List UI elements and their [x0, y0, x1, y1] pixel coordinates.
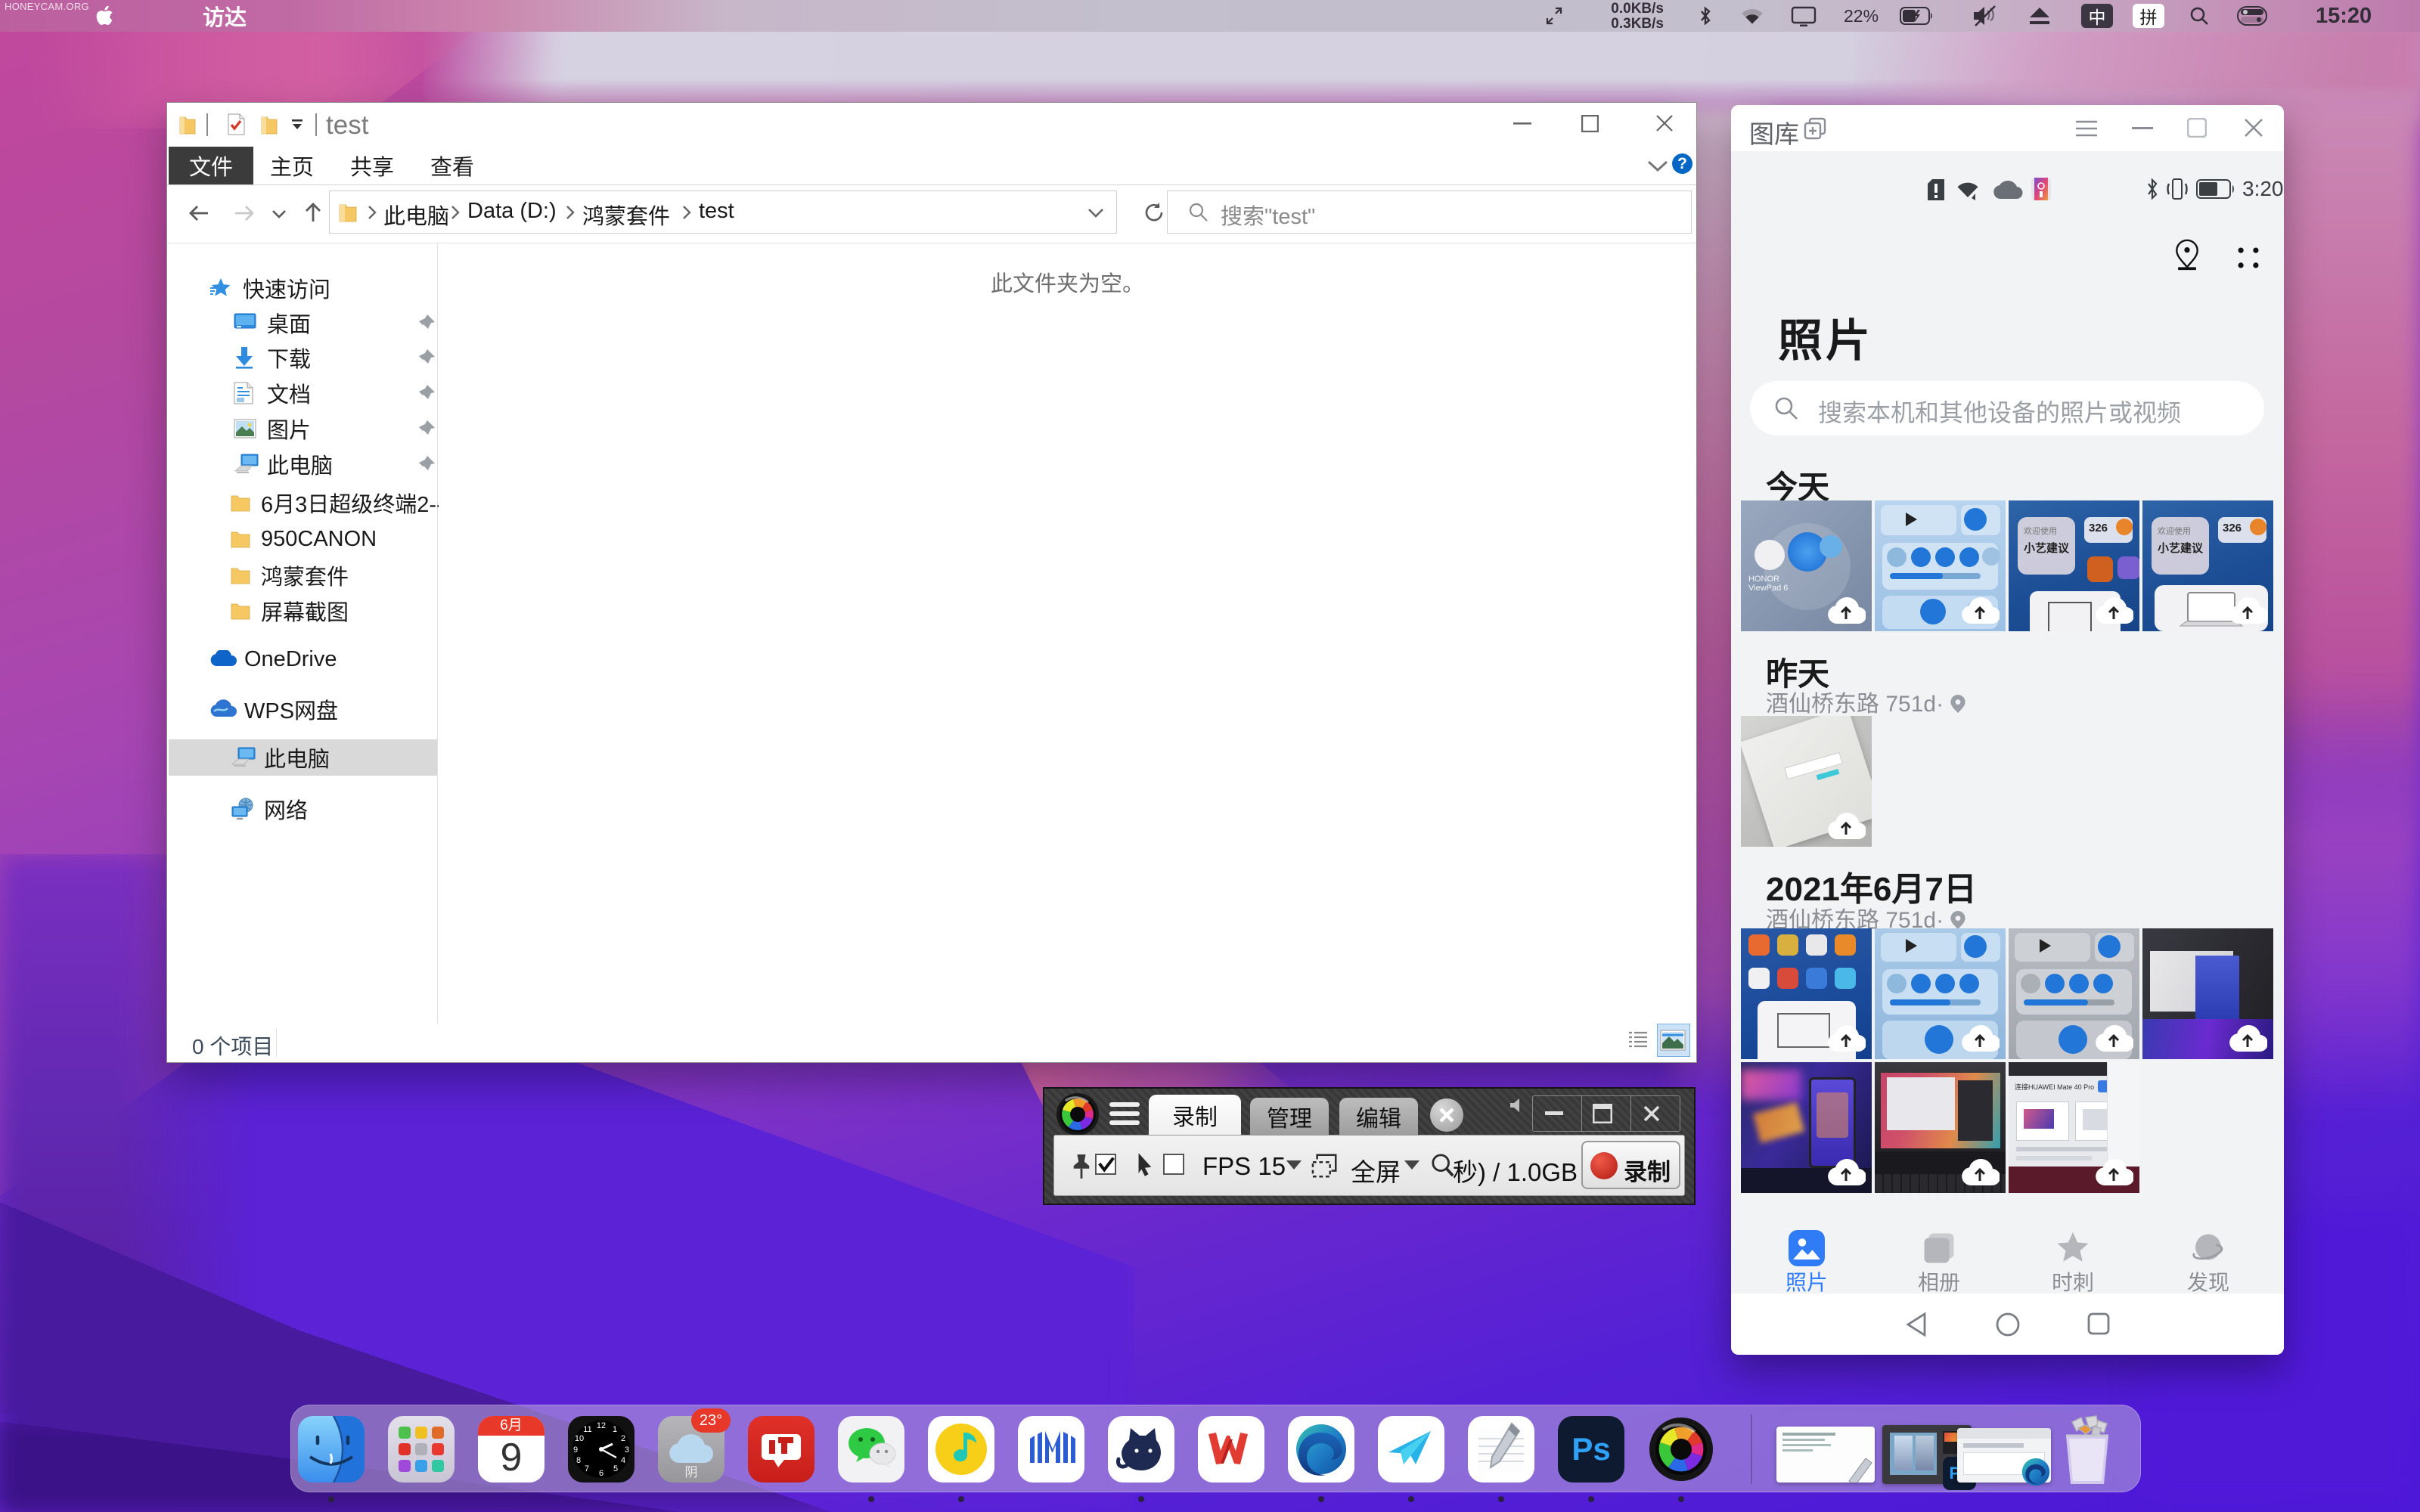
svg-text:1: 1 [613, 1425, 617, 1434]
svg-text:3: 3 [625, 1445, 629, 1455]
svg-text:9: 9 [573, 1445, 578, 1455]
svg-text:2: 2 [621, 1434, 625, 1443]
svg-text:11: 11 [583, 1425, 591, 1434]
svg-text:12: 12 [597, 1421, 606, 1430]
svg-text:10: 10 [575, 1434, 584, 1443]
svg-text:4: 4 [621, 1456, 625, 1465]
svg-text:7: 7 [585, 1464, 589, 1473]
svg-text:8: 8 [576, 1456, 581, 1465]
svg-text:5: 5 [613, 1464, 618, 1473]
svg-text:6: 6 [599, 1469, 603, 1478]
